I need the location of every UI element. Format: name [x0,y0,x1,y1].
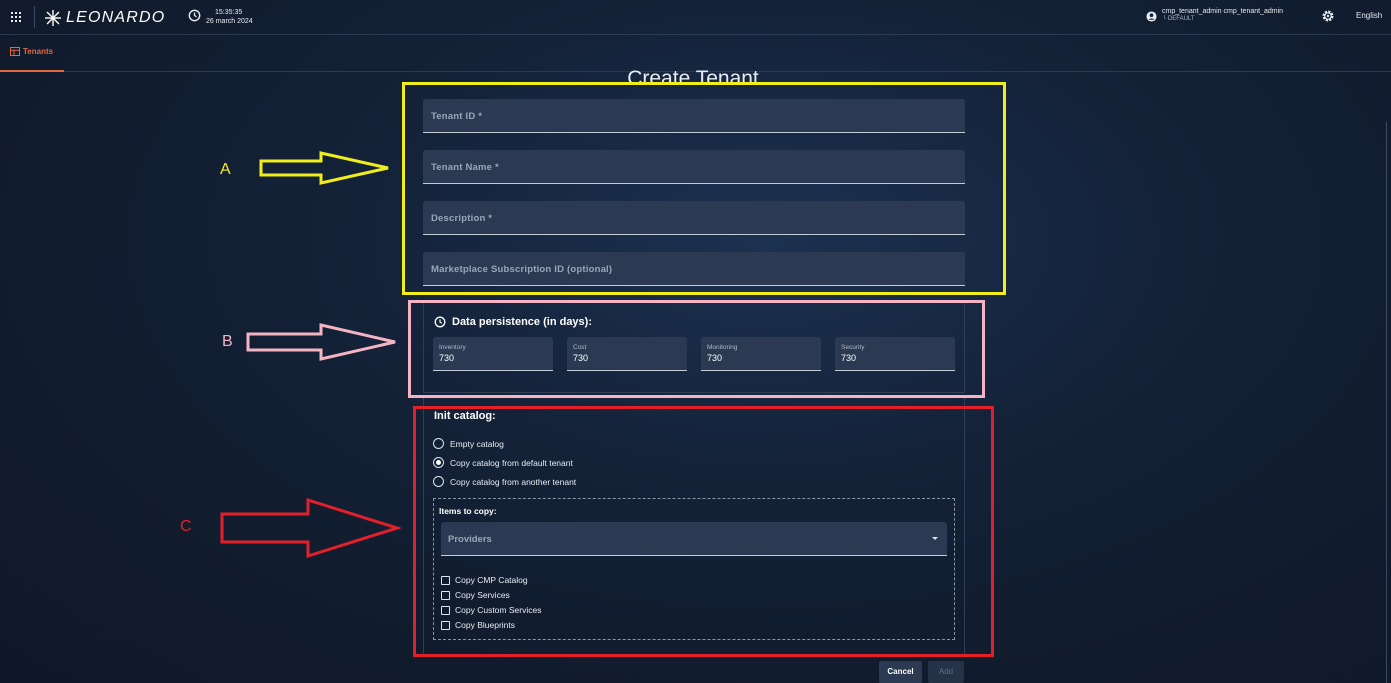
scrollbar-track[interactable] [1386,122,1387,683]
brand-name: LEONARDO [66,9,166,26]
leonardo-swirl-icon [45,10,61,26]
annotation-box-c [413,406,994,657]
clock-icon [188,9,201,22]
header-date: 26 march 2024 [206,18,253,25]
gear-icon[interactable] [1321,9,1335,23]
tab-tenants[interactable]: Tenants [0,36,64,72]
arrow-b-icon [246,323,396,361]
cancel-button[interactable]: Cancel [879,661,922,683]
apps-grid-icon[interactable] [11,12,21,22]
annotation-label-c: C [180,518,192,535]
arrow-a-icon [259,151,389,185]
page-title: Create Tenant [627,67,759,82]
header-divider [34,6,35,28]
table-icon [10,47,20,56]
annotation-label-a: A [220,161,231,178]
language-selector[interactable]: English [1356,11,1382,20]
leonardo-logo[interactable]: LEONARDO [44,8,165,28]
annotation-box-a [402,82,1006,295]
account-icon[interactable] [1146,11,1157,22]
user-name[interactable]: cmp_tenant_admin cmp_tenant_admin [1162,8,1283,15]
header-time: 15:35:35 [215,9,243,16]
user-tenant: └ DEFAULT [1162,16,1195,22]
annotation-label-b: B [222,333,233,350]
arrow-c-icon [220,497,401,559]
top-bar: LEONARDO 15:35:35 26 march 2024 cmp_tena… [0,0,1391,35]
tab-label: Tenants [23,47,54,56]
add-button[interactable]: Add [928,661,964,683]
annotation-box-b [408,300,985,398]
